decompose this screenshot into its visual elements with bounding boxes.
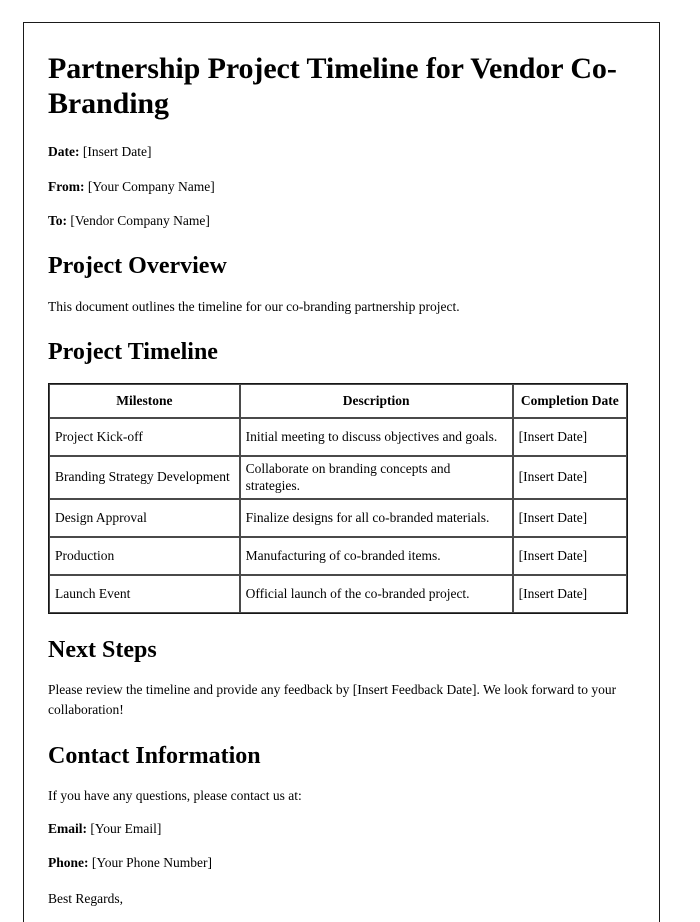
table-row: Production Manufacturing of co-branded i…	[49, 536, 627, 575]
meta-date-label: Date:	[48, 144, 80, 160]
cell-milestone: Launch Event	[49, 574, 240, 613]
cell-completion-date: [Insert Date]	[512, 536, 627, 575]
cell-description: Finalize designs for all co-branded mate…	[239, 498, 513, 537]
cell-milestone: Production	[49, 536, 240, 575]
cell-description: Initial meeting to discuss objectives an…	[239, 417, 513, 456]
meta-to: To: [Vendor Company Name]	[48, 212, 635, 230]
cell-description: Official launch of the co-branded projec…	[239, 574, 513, 613]
section-heading-next-steps: Next Steps	[48, 636, 157, 663]
meta-date-value: [Insert Date]	[82, 144, 152, 160]
section-heading-project-overview: Project Overview	[48, 252, 227, 279]
document-body: Partnership Project Timeline for Vendor …	[24, 23, 659, 909]
contact-phone-label: Phone:	[48, 855, 89, 871]
table-header: Milestone Description Completion Date	[49, 383, 627, 418]
contact-intro-text: If you have any questions, please contac…	[48, 788, 302, 804]
table-row: Project Kick-off Initial meeting to disc…	[49, 417, 627, 456]
next-steps-text: Please review the timeline and provide a…	[48, 682, 617, 717]
project-overview-text: This document outlines the timeline for …	[48, 298, 460, 314]
table-row: Launch Event Official launch of the co-b…	[49, 574, 627, 613]
contact-email-value: [Your Email]	[90, 820, 162, 836]
page-title: Partnership Project Timeline for Vendor …	[48, 52, 617, 121]
cell-description: Collaborate on branding concepts and str…	[239, 455, 513, 499]
contact-email-label: Email:	[48, 820, 87, 836]
contact-phone: Phone: [Your Phone Number]	[48, 854, 635, 872]
contact-phone-value: [Your Phone Number]	[91, 855, 212, 871]
cell-milestone: Project Kick-off	[49, 417, 240, 456]
meta-to-value: [Vendor Company Name]	[70, 213, 210, 229]
cell-completion-date: [Insert Date]	[512, 455, 627, 499]
table-header-row: Milestone Description Completion Date	[49, 383, 627, 418]
table-row: Design Approval Finalize designs for all…	[49, 498, 627, 537]
cell-completion-date: [Insert Date]	[512, 417, 627, 456]
meta-from: From: [Your Company Name]	[48, 178, 635, 196]
document-page: Partnership Project Timeline for Vendor …	[23, 22, 660, 922]
contact-email: Email: [Your Email]	[48, 820, 635, 838]
cell-completion-date: [Insert Date]	[512, 498, 627, 537]
closing-text: Best Regards,	[48, 891, 123, 906]
table-body: Project Kick-off Initial meeting to disc…	[49, 417, 627, 613]
meta-from-value: [Your Company Name]	[87, 178, 215, 194]
column-header-milestone: Milestone	[49, 383, 240, 418]
meta-to-label: To:	[48, 213, 68, 229]
cell-milestone: Design Approval	[49, 498, 240, 537]
cell-completion-date: [Insert Date]	[512, 574, 627, 613]
cell-description: Manufacturing of co-branded items.	[239, 536, 513, 575]
column-header-description: Description	[239, 383, 513, 418]
project-timeline-table: Milestone Description Completion Date Pr…	[48, 382, 628, 614]
meta-date: Date: [Insert Date]	[48, 143, 635, 161]
section-heading-project-timeline: Project Timeline	[48, 339, 218, 366]
cell-milestone: Branding Strategy Development	[49, 455, 240, 499]
meta-from-label: From:	[48, 178, 85, 194]
section-heading-contact-information: Contact Information	[48, 742, 261, 769]
column-header-completion-date: Completion Date	[512, 383, 627, 418]
table-row: Branding Strategy Development Collaborat…	[49, 455, 627, 499]
